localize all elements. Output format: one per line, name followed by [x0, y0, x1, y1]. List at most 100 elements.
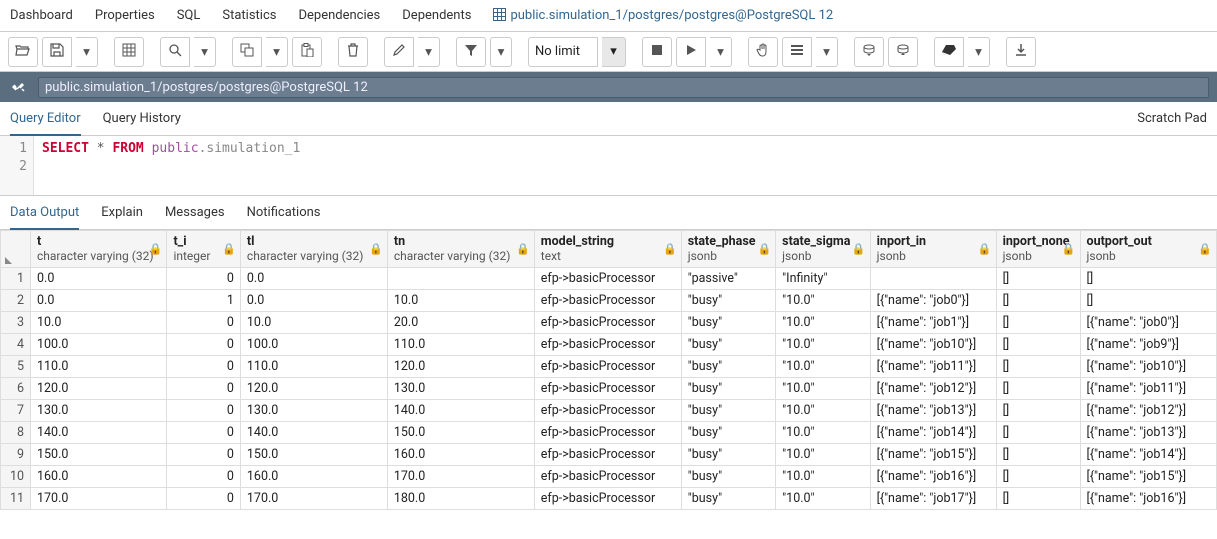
- subtab-query-history[interactable]: Query History: [103, 103, 181, 134]
- execute-button[interactable]: [676, 37, 706, 67]
- copy-dropdown[interactable]: ▾: [266, 37, 288, 67]
- row-number-cell[interactable]: 7: [1, 400, 31, 422]
- data-cell[interactable]: 110.0: [240, 356, 387, 378]
- data-cell[interactable]: 120.0: [240, 378, 387, 400]
- column-header[interactable]: tcharacter varying (32)🔒: [31, 231, 167, 268]
- data-cell[interactable]: 100.0: [31, 334, 167, 356]
- data-cell[interactable]: [{"name": "job0"}]: [1080, 312, 1216, 334]
- find-dropdown[interactable]: ▾: [194, 37, 216, 67]
- download-button[interactable]: [1006, 37, 1036, 67]
- column-header[interactable]: t_iinteger🔒: [167, 231, 240, 268]
- tab-sql[interactable]: SQL: [175, 2, 203, 29]
- data-cell[interactable]: 10.0: [31, 312, 167, 334]
- copy-button[interactable]: [232, 37, 262, 67]
- column-header[interactable]: inport_injsonb🔒: [870, 231, 996, 268]
- data-cell[interactable]: "busy": [681, 312, 775, 334]
- data-cell[interactable]: [{"name": "job1"}]: [870, 312, 996, 334]
- data-cell[interactable]: "passive": [681, 268, 775, 290]
- table-row[interactable]: 20.010.010.0efp->basicProcessor"busy""10…: [1, 290, 1217, 312]
- edit-button[interactable]: [384, 37, 414, 67]
- find-button[interactable]: [160, 37, 190, 67]
- data-cell[interactable]: efp->basicProcessor: [534, 312, 681, 334]
- data-cell[interactable]: []: [996, 290, 1080, 312]
- data-cell[interactable]: [{"name": "job16"}]: [870, 466, 996, 488]
- data-cell[interactable]: "10.0": [776, 488, 870, 510]
- data-cell[interactable]: efp->basicProcessor: [534, 400, 681, 422]
- result-tab-explain[interactable]: Explain: [101, 197, 143, 228]
- data-cell[interactable]: 160.0: [31, 466, 167, 488]
- data-cell[interactable]: 0: [167, 444, 240, 466]
- column-header[interactable]: inport_nonejsonb🔒: [996, 231, 1080, 268]
- data-cell[interactable]: []: [996, 400, 1080, 422]
- data-cell[interactable]: 0: [167, 378, 240, 400]
- data-cell[interactable]: "10.0": [776, 400, 870, 422]
- result-tab-notifications[interactable]: Notifications: [247, 197, 321, 228]
- data-cell[interactable]: 150.0: [387, 422, 534, 444]
- column-header[interactable]: model_stringtext🔒: [534, 231, 681, 268]
- rows-limit-select[interactable]: No limit: [528, 37, 598, 67]
- table-row[interactable]: 4100.00100.0110.0efp->basicProcessor"bus…: [1, 334, 1217, 356]
- data-cell[interactable]: []: [996, 422, 1080, 444]
- data-grid-wrap[interactable]: tcharacter varying (32)🔒t_iinteger🔒tlcha…: [0, 230, 1217, 510]
- data-cell[interactable]: 170.0: [240, 488, 387, 510]
- data-cell[interactable]: 0.0: [240, 268, 387, 290]
- column-header[interactable]: outport_outjsonb🔒: [1080, 231, 1216, 268]
- data-cell[interactable]: []: [996, 312, 1080, 334]
- subtab-query-editor[interactable]: Query Editor: [10, 103, 81, 136]
- data-cell[interactable]: 100.0: [240, 334, 387, 356]
- data-cell[interactable]: efp->basicProcessor: [534, 334, 681, 356]
- data-cell[interactable]: 0.0: [31, 290, 167, 312]
- row-number-cell[interactable]: 3: [1, 312, 31, 334]
- result-tab-data-output[interactable]: Data Output: [10, 197, 79, 230]
- data-cell[interactable]: "10.0": [776, 356, 870, 378]
- data-cell[interactable]: [{"name": "job17"}]: [870, 488, 996, 510]
- data-cell[interactable]: 130.0: [387, 378, 534, 400]
- filter-dropdown[interactable]: ▾: [490, 37, 512, 67]
- data-cell[interactable]: 110.0: [387, 334, 534, 356]
- sql-editor[interactable]: 1 2 SELECT * FROM public.simulation_1: [0, 136, 1217, 196]
- data-cell[interactable]: efp->basicProcessor: [534, 488, 681, 510]
- data-cell[interactable]: "busy": [681, 334, 775, 356]
- data-cell[interactable]: "10.0": [776, 444, 870, 466]
- data-cell[interactable]: 160.0: [387, 444, 534, 466]
- data-cell[interactable]: 170.0: [387, 466, 534, 488]
- explain-analyze-button[interactable]: [782, 37, 812, 67]
- tab-query-tool[interactable]: public.simulation_1/postgres/postgres@Po…: [491, 2, 835, 29]
- data-cell[interactable]: [{"name": "job11"}]: [1080, 378, 1216, 400]
- result-tab-messages[interactable]: Messages: [165, 197, 225, 228]
- data-cell[interactable]: []: [996, 488, 1080, 510]
- data-cell[interactable]: []: [996, 268, 1080, 290]
- data-cell[interactable]: [{"name": "job16"}]: [1080, 488, 1216, 510]
- table-row[interactable]: 5110.00110.0120.0efp->basicProcessor"bus…: [1, 356, 1217, 378]
- clear-dropdown[interactable]: ▾: [968, 37, 990, 67]
- row-number-cell[interactable]: 6: [1, 378, 31, 400]
- data-cell[interactable]: [{"name": "job13"}]: [1080, 422, 1216, 444]
- data-cell[interactable]: 140.0: [31, 422, 167, 444]
- edit-dropdown[interactable]: ▾: [418, 37, 440, 67]
- data-cell[interactable]: 0: [167, 422, 240, 444]
- data-cell[interactable]: 0.0: [240, 290, 387, 312]
- tab-dashboard[interactable]: Dashboard: [8, 2, 75, 29]
- stop-button[interactable]: [642, 37, 672, 67]
- table-row[interactable]: 6120.00120.0130.0efp->basicProcessor"bus…: [1, 378, 1217, 400]
- data-cell[interactable]: [{"name": "job10"}]: [870, 334, 996, 356]
- rows-limit-dropdown[interactable]: ▾: [602, 37, 626, 67]
- subtab-scratch-pad[interactable]: Scratch Pad: [1137, 103, 1207, 134]
- row-number-cell[interactable]: 10: [1, 466, 31, 488]
- data-cell[interactable]: 150.0: [31, 444, 167, 466]
- data-cell[interactable]: 0: [167, 488, 240, 510]
- data-cell[interactable]: efp->basicProcessor: [534, 378, 681, 400]
- data-cell[interactable]: 160.0: [240, 466, 387, 488]
- data-cell[interactable]: "10.0": [776, 378, 870, 400]
- data-cell[interactable]: []: [1080, 290, 1216, 312]
- execute-dropdown[interactable]: ▾: [710, 37, 732, 67]
- data-cell[interactable]: "busy": [681, 378, 775, 400]
- tab-statistics[interactable]: Statistics: [220, 2, 278, 29]
- data-cell[interactable]: 170.0: [31, 488, 167, 510]
- data-cell[interactable]: 0: [167, 312, 240, 334]
- data-cell[interactable]: 0.0: [31, 268, 167, 290]
- data-cell[interactable]: 1: [167, 290, 240, 312]
- data-cell[interactable]: "busy": [681, 466, 775, 488]
- data-cell[interactable]: []: [996, 356, 1080, 378]
- data-cell[interactable]: 110.0: [31, 356, 167, 378]
